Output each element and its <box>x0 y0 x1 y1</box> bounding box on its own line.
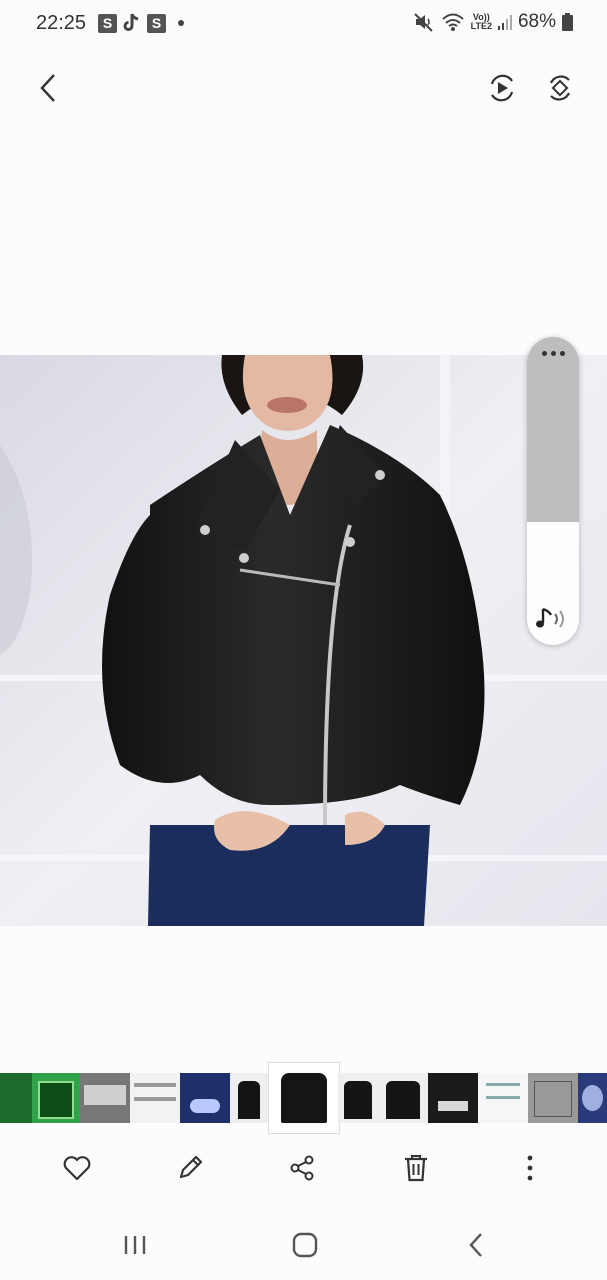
delete-button[interactable] <box>394 1146 438 1190</box>
thumbnail[interactable] <box>130 1073 180 1123</box>
s-app-notification-icon: S <box>147 13 166 33</box>
favorite-button[interactable] <box>55 1146 99 1190</box>
s-app-notification-icon: S <box>98 13 117 33</box>
thumbnail[interactable] <box>428 1073 478 1123</box>
edit-icon <box>179 1155 203 1179</box>
share-button[interactable] <box>280 1146 324 1190</box>
rotate-icon <box>549 75 571 101</box>
jacket-photo-illustration <box>0 355 607 926</box>
system-icons: Vo)) LTE2 68% <box>413 11 573 33</box>
home-button[interactable] <box>283 1223 327 1267</box>
volume-panel[interactable] <box>527 337 579 645</box>
motion-photo-button[interactable] <box>480 66 524 110</box>
thumbnail[interactable] <box>230 1073 268 1123</box>
status-time: 22:25 <box>36 12 87 34</box>
recents-button[interactable] <box>113 1223 157 1267</box>
thumbnail[interactable] <box>0 1073 32 1123</box>
thumbnail[interactable] <box>80 1073 130 1123</box>
thumbnail[interactable] <box>578 1073 607 1123</box>
network-type: Vo)) LTE2 <box>470 12 492 31</box>
thumbnail[interactable] <box>528 1073 578 1123</box>
battery-percent: 68% <box>517 11 556 32</box>
thumbnail-selected[interactable] <box>268 1062 340 1134</box>
thumbnail[interactable] <box>478 1073 528 1123</box>
home-icon <box>292 1232 318 1258</box>
thumbnail[interactable] <box>32 1073 80 1123</box>
thumbnail-strip[interactable] <box>0 1062 607 1134</box>
more-notifications-dot <box>178 20 184 26</box>
thumbnail[interactable] <box>338 1073 378 1123</box>
music-volume-button[interactable] <box>533 605 573 633</box>
music-icon <box>536 607 564 628</box>
tiktok-icon <box>123 13 139 31</box>
more-dot <box>550 351 556 356</box>
favorite-icon <box>63 1156 91 1181</box>
thumbnail[interactable] <box>378 1073 428 1123</box>
status-bar: 22:25 S S Vo)) LTE2 68% <box>0 0 607 48</box>
signal-icon <box>497 15 512 30</box>
nav-back-button[interactable] <box>454 1223 498 1267</box>
rotate-button[interactable] <box>538 66 582 110</box>
notification-icons: S S <box>98 13 184 33</box>
more-options-button[interactable] <box>508 1146 552 1190</box>
share-icon <box>290 1155 314 1181</box>
main-photo[interactable] <box>0 355 607 926</box>
thumbnail[interactable] <box>180 1073 230 1123</box>
motion-photo-icon <box>490 74 514 102</box>
edit-button[interactable] <box>168 1146 212 1190</box>
back-button[interactable] <box>26 66 70 110</box>
more-dot <box>541 351 547 356</box>
back-icon <box>469 1233 482 1257</box>
back-icon <box>40 74 55 102</box>
viewer-top-bar <box>0 58 607 118</box>
delete-icon <box>405 1155 427 1182</box>
system-navigation-bar <box>0 1215 607 1275</box>
more-icon <box>527 1155 533 1181</box>
recents-icon <box>124 1236 146 1254</box>
more-dot <box>559 351 565 356</box>
battery-icon <box>562 13 573 31</box>
volume-more-button[interactable] <box>527 351 579 371</box>
mute-icon <box>413 13 433 32</box>
photo-action-bar <box>0 1140 607 1200</box>
wifi-icon <box>441 13 464 31</box>
